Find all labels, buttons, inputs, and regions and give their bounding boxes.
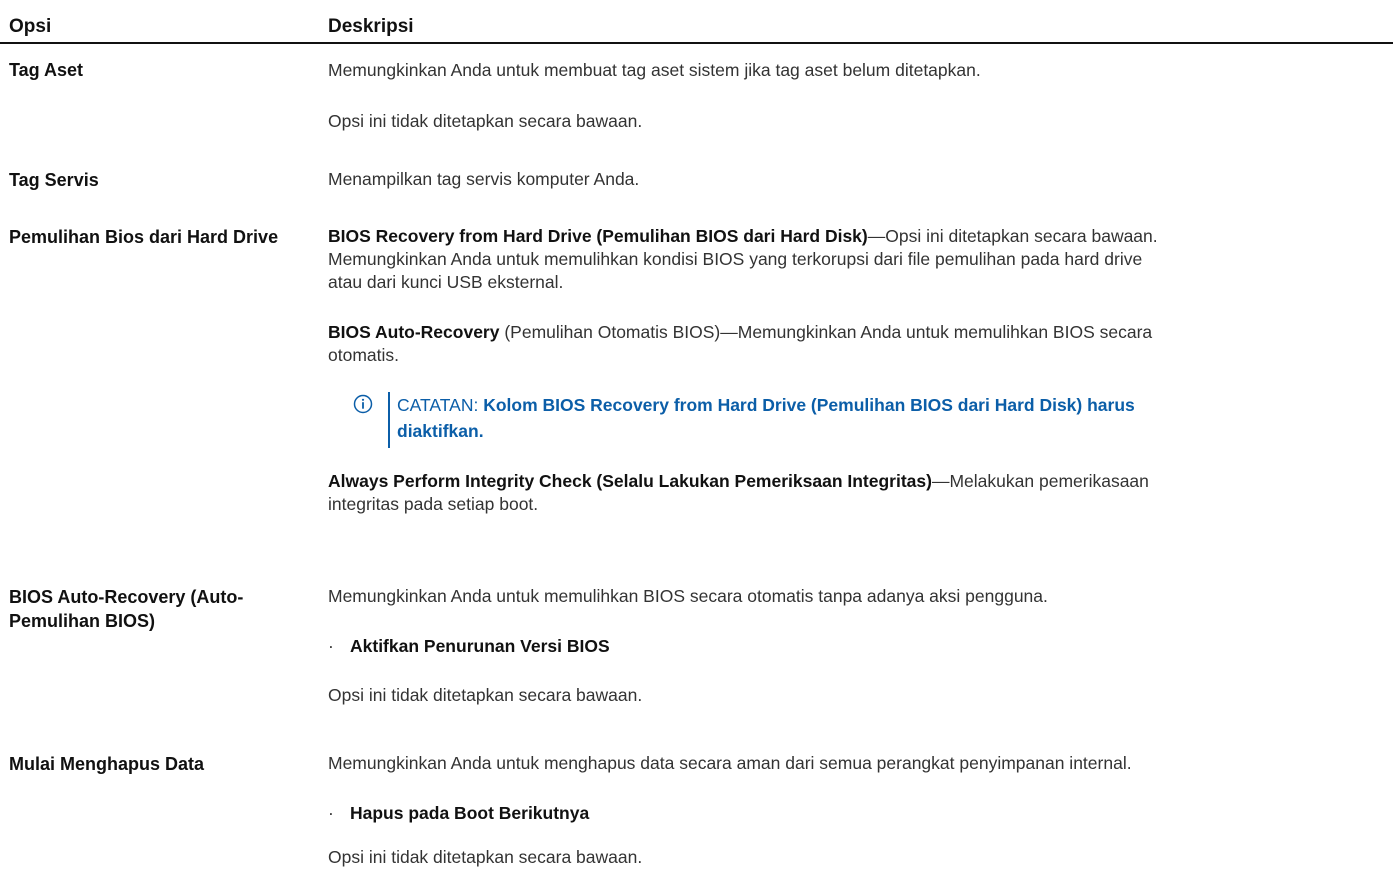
- default-note: Opsi ini tidak ditetapkan secara bawaan.: [328, 847, 643, 867]
- table-row-bios-auto-recovery: BIOS Auto-Recovery (Auto-Pemulihan BIOS)…: [0, 580, 1393, 740]
- table-row-pemulihan-bios: Pemulihan Bios dari Hard Drive BIOS Reco…: [0, 220, 1393, 595]
- recovery-paragraph-line1: BIOS Recovery from Hard Drive (Pemulihan…: [328, 225, 1390, 248]
- bullet-text: Aktifkan Penurunan Versi BIOS: [350, 636, 610, 656]
- note-text: CATATAN: Kolom BIOS Recovery from Hard D…: [397, 392, 1377, 444]
- note-callout: CATATAN: Kolom BIOS Recovery from Hard D…: [353, 392, 1373, 448]
- option-label: Pemulihan Bios dari Hard Drive: [9, 227, 279, 247]
- table-row-mulai-menghapus-data: Mulai Menghapus Data Memungkinkan Anda u…: [0, 747, 1393, 868]
- table-header: Opsi Deskripsi: [0, 0, 1393, 44]
- option-label: BIOS Auto-Recovery (Auto-Pemulihan BIOS): [9, 587, 244, 631]
- description-paragraph: Memungkinkan Anda untuk menghapus data s…: [328, 753, 1132, 773]
- bullet-text: Hapus pada Boot Berikutnya: [350, 803, 590, 823]
- options-table: Opsi Deskripsi Tag Aset Memungkinkan And…: [0, 0, 1393, 868]
- header-opsi: Opsi: [9, 16, 52, 37]
- default-note: Opsi ini tidak ditetapkan secara bawaan.: [328, 111, 643, 131]
- recovery-paragraph-line3: atau dari kunci USB eksternal.: [328, 272, 564, 292]
- list-item: · Aktifkan Penurunan Versi BIOS: [328, 635, 610, 658]
- bullet-icon: ·: [328, 803, 334, 823]
- note-line1: Kolom BIOS Recovery from Hard Drive (Pem…: [483, 395, 1135, 415]
- header-deskripsi: Deskripsi: [328, 16, 414, 37]
- integrity-title: Always Perform Integrity Check (Selalu L…: [328, 471, 932, 491]
- auto-recovery-paragraph-line1: BIOS Auto-Recovery (Pemulihan Otomatis B…: [328, 321, 1390, 344]
- option-label: Tag Aset: [9, 60, 84, 80]
- integrity-paragraph-line1: Always Perform Integrity Check (Selalu L…: [328, 470, 1390, 493]
- recovery-paragraph-line2: Memungkinkan Anda untuk memulihkan kondi…: [328, 249, 1143, 269]
- integrity-paragraph-line2: integritas pada setiap boot.: [328, 494, 539, 514]
- integrity-desc: —Melakukan pemerikasaan: [931, 471, 1149, 491]
- default-note: Opsi ini tidak ditetapkan secara bawaan.: [328, 685, 643, 705]
- option-label: Mulai Menghapus Data: [9, 754, 205, 774]
- bullet-icon: ·: [328, 636, 334, 656]
- auto-recovery-paragraph-line2: otomatis.: [328, 345, 399, 365]
- list-item: · Hapus pada Boot Berikutnya: [328, 802, 589, 825]
- description-paragraph: Memungkinkan Anda untuk membuat tag aset…: [328, 60, 981, 80]
- note-accent-bar: [388, 392, 390, 448]
- info-circle-icon: [353, 394, 373, 414]
- note-line2: diaktifkan.: [397, 421, 484, 441]
- table-row-tag-aset: Tag Aset Memungkinkan Anda untuk membuat…: [0, 53, 1393, 163]
- note-prefix: CATATAN:: [397, 395, 484, 415]
- auto-recovery-title: BIOS Auto-Recovery: [328, 322, 500, 342]
- table-row-tag-servis: Tag Servis Menampilkan tag servis komput…: [0, 163, 1393, 213]
- auto-recovery-desc: (Pemulihan Otomatis BIOS)—Memungkinkan A…: [499, 322, 1153, 342]
- recovery-default: —Opsi ini ditetapkan secara bawaan.: [867, 226, 1158, 246]
- description-paragraph: Menampilkan tag servis komputer Anda.: [328, 169, 640, 189]
- description-paragraph: Memungkinkan Anda untuk memulihkan BIOS …: [328, 586, 1048, 606]
- recovery-title: BIOS Recovery from Hard Drive (Pemulihan…: [328, 226, 868, 246]
- option-label: Tag Servis: [9, 170, 99, 190]
